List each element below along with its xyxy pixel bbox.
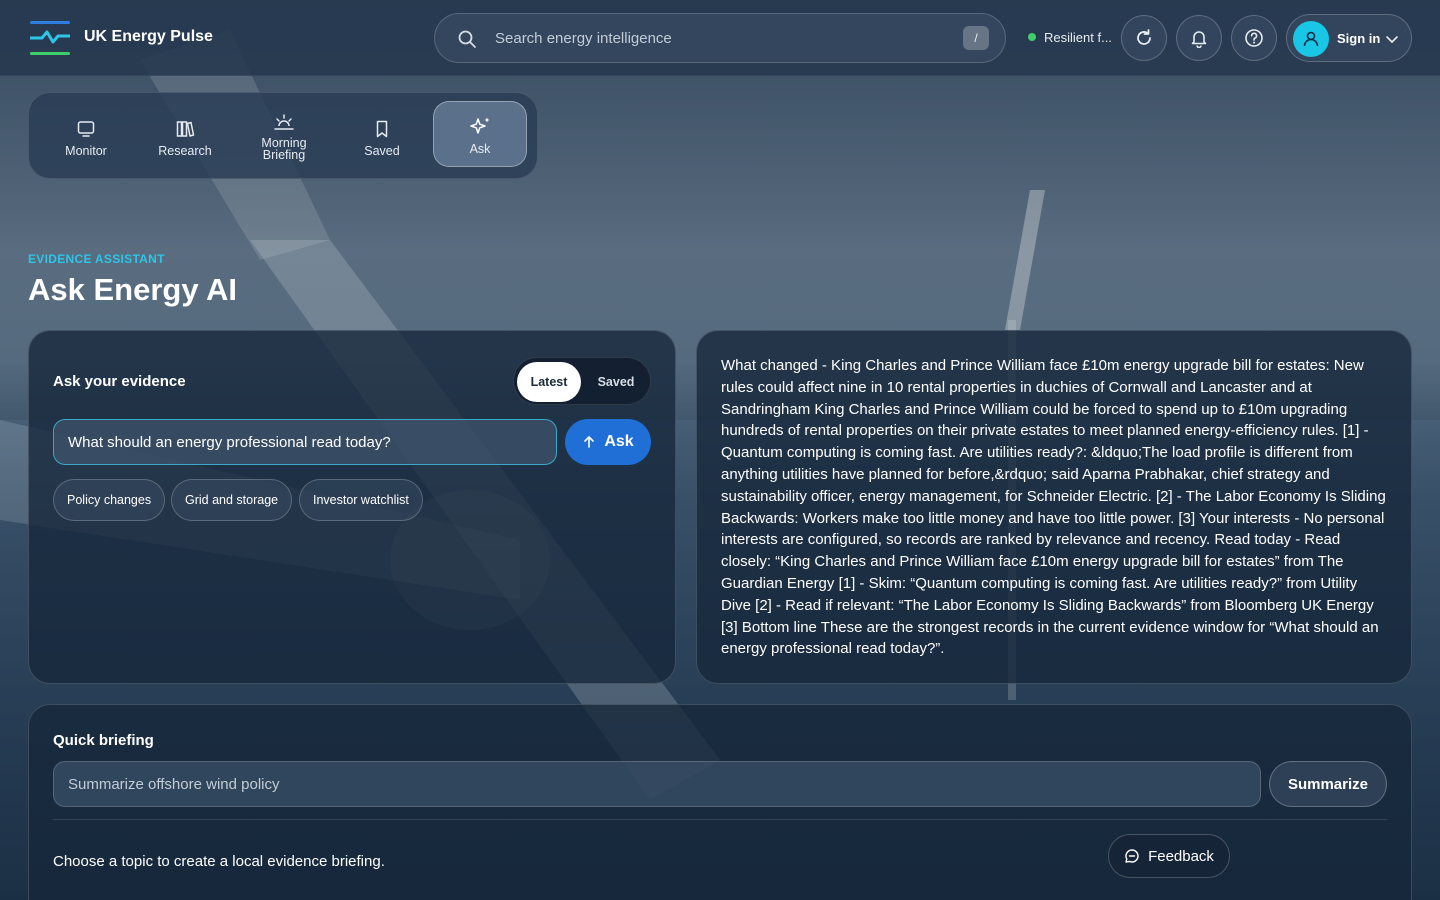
feedback-label: Feedback (1148, 847, 1214, 865)
answer-text: What changed - King Charles and Prince W… (721, 357, 1386, 658)
nav-research[interactable]: Research (138, 101, 232, 167)
chat-bubble-icon (1125, 849, 1139, 863)
nav-label-line2: Briefing (262, 148, 306, 162)
bell-icon (1191, 31, 1207, 48)
sunrise-icon (274, 114, 294, 130)
divider (53, 819, 1387, 820)
main-nav: Monitor Research Morning Briefing Saved (28, 92, 538, 179)
bookmark-icon (376, 120, 388, 138)
search-input[interactable] (495, 14, 935, 62)
toggle-saved[interactable]: Saved (584, 362, 648, 402)
page-title: Ask Energy AI (28, 272, 238, 307)
nav-ask[interactable]: Ask (433, 101, 527, 167)
user-icon (1303, 31, 1319, 47)
nav-label: Ask (469, 142, 491, 156)
nav-label: Monitor (65, 144, 107, 158)
notifications-button[interactable] (1176, 15, 1222, 61)
latest-saved-toggle: Latest Saved (513, 357, 651, 405)
nav-label: Research (158, 144, 212, 158)
monitor-icon (77, 121, 95, 137)
ask-button-label: Ask (604, 433, 634, 450)
status-indicator[interactable]: Resilient f... (1028, 30, 1112, 45)
help-icon (1245, 29, 1263, 47)
briefing-note: Choose a topic to create a local evidenc… (53, 853, 385, 870)
avatar (1293, 21, 1329, 57)
refresh-icon (1137, 29, 1151, 45)
status-text: Resilient f... (1044, 30, 1112, 45)
page-eyebrow: EVIDENCE ASSISTANT (28, 252, 165, 266)
nav-monitor[interactable]: Monitor (39, 101, 133, 167)
sign-in-label: Sign in (1337, 31, 1381, 46)
question-input[interactable] (53, 419, 557, 465)
top-bar: UK Energy Pulse / Resilient f... (0, 0, 1440, 76)
help-button[interactable] (1231, 15, 1277, 61)
arrow-up-icon (584, 436, 595, 448)
brand-name[interactable]: UK Energy Pulse (84, 28, 213, 46)
ask-button[interactable]: Ask (565, 419, 651, 465)
briefing-topic-input[interactable] (53, 761, 1261, 807)
summarize-button[interactable]: Summarize (1269, 761, 1387, 807)
ask-panel: Ask your evidence Latest Saved Ask Polic… (28, 330, 676, 684)
toggle-latest[interactable]: Latest (517, 362, 581, 402)
status-dot-icon (1028, 33, 1036, 41)
chip-grid-and-storage[interactable]: Grid and storage (171, 479, 293, 521)
chip-policy-changes[interactable]: Policy changes (53, 479, 166, 521)
books-icon (176, 121, 195, 137)
quick-briefing-heading: Quick briefing (53, 732, 154, 749)
nav-saved[interactable]: Saved (335, 101, 429, 167)
nav-label: Saved (364, 144, 400, 158)
chevron-down-icon (1386, 36, 1398, 43)
chip-investor-watchlist[interactable]: Investor watchlist (299, 479, 423, 521)
answer-panel: What changed - King Charles and Prince W… (696, 330, 1412, 684)
logo-icon (30, 21, 70, 55)
sparkles-icon (470, 117, 490, 134)
sign-in-button[interactable]: Sign in (1286, 14, 1412, 62)
search-bar[interactable]: / (434, 13, 1006, 63)
ask-panel-heading: Ask your evidence (53, 373, 186, 390)
feedback-button[interactable]: Feedback (1108, 834, 1230, 878)
nav-morning-briefing[interactable]: Morning Briefing (237, 101, 331, 167)
search-shortcut-key: / (963, 26, 989, 50)
refresh-button[interactable] (1121, 15, 1167, 61)
search-icon (458, 30, 476, 48)
